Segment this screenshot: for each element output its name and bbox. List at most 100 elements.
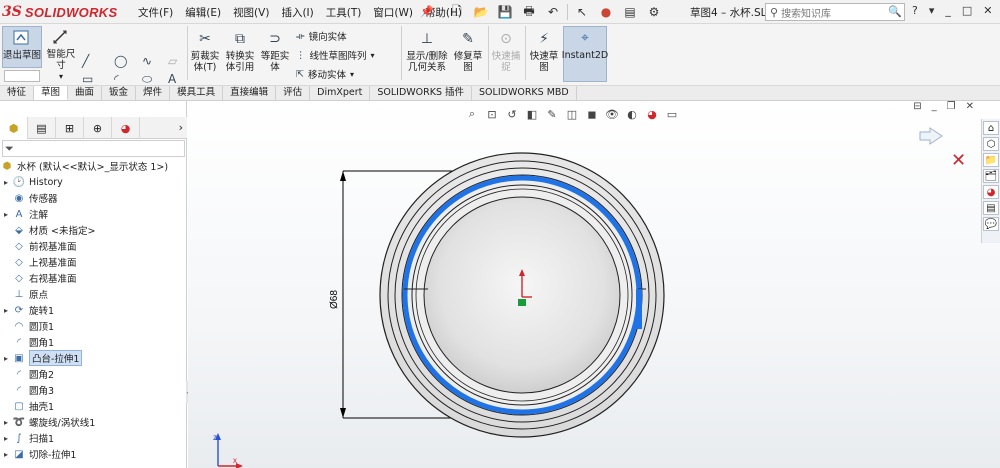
tab-sketch[interactable]: 草图 — [34, 86, 69, 100]
chevron-right-icon[interactable]: › — [179, 121, 183, 134]
text-icon[interactable]: A — [168, 72, 176, 86]
custom-properties-icon[interactable]: ▤ — [983, 201, 999, 215]
smart-dimension-button[interactable]: 智能尺寸 ▾ — [44, 26, 78, 82]
linear-pattern-button[interactable]: ⋮ 线性草图阵列 ▾ — [296, 48, 375, 63]
tree-item[interactable]: ▢ 抽壳1 — [0, 398, 187, 414]
tree-item[interactable]: ▸ A 注解 — [0, 206, 187, 222]
rebuild-icon[interactable]: ● — [596, 3, 616, 21]
resources-icon[interactable]: ⬡ — [983, 137, 999, 151]
file-explorer-icon[interactable]: 🗂 — [983, 169, 999, 183]
tab-dimxpert[interactable]: DimXpert — [310, 86, 371, 100]
tree-item[interactable]: ◇ 前视基准面 — [0, 238, 187, 254]
surface-icon[interactable]: ▱ — [168, 54, 177, 68]
graphics-area[interactable]: ⌕ ⊡ ↺ ◧ ✎ ◫ ◼ 👁 ◐ ◕ ▭ ⊟ _ ❐ ✕ Ø68 z x ✕ — [188, 101, 1000, 468]
chevron-down-icon[interactable]: ▾ — [371, 51, 375, 60]
tree-item[interactable]: ◉ 传感器 — [0, 190, 187, 206]
arc-icon[interactable]: ◜ — [114, 72, 119, 86]
tree-item[interactable]: ▸ ➰ 螺旋线/涡状线1 — [0, 414, 187, 430]
minimize-button[interactable]: _ — [945, 4, 951, 17]
tree-item[interactable]: ◇ 右视基准面 — [0, 270, 187, 286]
circle-icon[interactable]: ◯ — [114, 54, 127, 68]
ellipse-icon[interactable]: ⬭ — [142, 72, 152, 87]
property-manager-tab-icon[interactable]: ▤ — [28, 117, 56, 139]
mirror-entities-button[interactable]: ⟛ 镜向实体 — [296, 29, 347, 44]
tree-item[interactable]: ▸ ∫ 扫描1 — [0, 430, 187, 446]
expand-arrow-icon[interactable]: ▸ — [0, 434, 12, 443]
display-relations-button[interactable]: ⊥ 显示/删除几何关系 — [404, 28, 450, 80]
tree-item[interactable]: ◠ 圆顶1 — [0, 318, 187, 334]
convert-entities-button[interactable]: ⧉ 转换实体引用 — [223, 28, 257, 80]
expand-arrow-icon[interactable]: ▸ — [0, 306, 12, 315]
tree-item[interactable]: ▸ ⟳ 旋转1 — [0, 302, 187, 318]
exit-sketch-button[interactable]: 退出草图 — [2, 26, 42, 68]
tab-features[interactable]: 特征 — [0, 86, 35, 100]
tree-item[interactable]: ⊥ 原点 — [0, 286, 187, 302]
tab-addins[interactable]: SOLIDWORKS 插件 — [370, 86, 473, 100]
expand-arrow-icon[interactable]: ▸ — [0, 418, 12, 427]
forum-icon[interactable]: 💬 — [983, 217, 999, 231]
menu-view[interactable]: 视图(V) — [227, 5, 275, 20]
feature-manager-tab-icon[interactable]: ⬢ — [0, 117, 28, 139]
help-button[interactable]: ? — [912, 4, 918, 17]
offset-entities-button[interactable]: ⊃ 等距实体 — [259, 28, 291, 80]
tree-item[interactable]: ▸ ▣ 凸台-拉伸1 — [0, 350, 187, 366]
undo-icon[interactable]: ↶ — [543, 3, 563, 21]
menu-edit[interactable]: 编辑(E) — [179, 5, 227, 20]
file-properties-icon[interactable]: ▤ — [620, 3, 640, 21]
search-input[interactable]: ⚲ 搜索知识库 🔍 — [765, 3, 905, 21]
expand-arrow-icon[interactable]: ▸ — [0, 210, 12, 219]
tab-direct-editing[interactable]: 直接编辑 — [223, 86, 277, 100]
quick-snaps-button[interactable]: ⊙ 快速捕捉 — [491, 28, 521, 80]
appearances-icon[interactable]: ◕ — [983, 185, 999, 199]
expand-arrow-icon[interactable]: ▸ — [0, 450, 12, 459]
exit-sketch-corner-icon[interactable] — [919, 127, 943, 145]
chevron-down-icon[interactable]: ▾ — [59, 71, 63, 82]
tab-sheet-metal[interactable]: 钣金 — [102, 86, 137, 100]
diameter-dimension[interactable]: Ø68 — [329, 290, 340, 309]
confirmation-corner[interactable]: ✕ — [919, 127, 966, 171]
pin-icon[interactable]: 📌 — [420, 5, 434, 18]
tab-weldments[interactable]: 焊件 — [136, 86, 171, 100]
open-icon[interactable]: 📂 — [471, 3, 491, 21]
trim-entities-button[interactable]: ✂ 剪裁实体(T) — [190, 28, 220, 80]
search-icon[interactable]: 🔍 — [888, 5, 902, 18]
rectangle-icon[interactable]: ▭ — [82, 72, 93, 86]
tab-mbd[interactable]: SOLIDWORKS MBD — [472, 86, 577, 100]
exit-sketch-dropdown[interactable] — [4, 70, 40, 82]
display-manager-tab-icon[interactable]: ◕ — [112, 117, 140, 139]
save-icon[interactable]: 💾 — [495, 3, 515, 21]
chevron-down-icon[interactable]: ▾ — [350, 70, 354, 79]
configuration-manager-tab-icon[interactable]: ⊞ — [56, 117, 84, 139]
new-document-icon[interactable]: 🗋 — [447, 3, 467, 21]
line-icon[interactable]: ╱ — [82, 54, 89, 68]
help-dropdown-icon[interactable]: ▾ — [929, 4, 935, 17]
maximize-button[interactable]: □ — [962, 4, 972, 17]
select-icon[interactable]: ↖ — [572, 3, 592, 21]
repair-sketch-button[interactable]: ✎ 修复草图 — [453, 28, 483, 80]
tree-item[interactable]: ⬙ 材质 <未指定> — [0, 222, 187, 238]
tree-item[interactable]: ◇ 上视基准面 — [0, 254, 187, 270]
cancel-sketch-icon[interactable]: ✕ — [951, 150, 966, 171]
tab-surfaces[interactable]: 曲面 — [68, 86, 103, 100]
tab-evaluate[interactable]: 评估 — [276, 86, 311, 100]
tree-item[interactable]: ◜ 圆角2 — [0, 366, 187, 382]
move-entities-button[interactable]: ⇱ 移动实体 ▾ — [296, 67, 354, 82]
spline-icon[interactable]: ∿ — [142, 54, 152, 68]
tree-item[interactable]: ▸ 🕑 History — [0, 174, 187, 190]
menu-insert[interactable]: 插入(I) — [275, 5, 319, 20]
menu-file[interactable]: 文件(F) — [132, 5, 179, 20]
close-button[interactable]: ✕ — [983, 4, 992, 17]
tree-item[interactable]: ◜ 圆角1 — [0, 334, 187, 350]
expand-arrow-icon[interactable]: ▸ — [0, 354, 12, 363]
tree-root[interactable]: ⬢ 水杯 (默认<<默认>_显示状态 1>) — [0, 158, 187, 174]
dimxpert-manager-tab-icon[interactable]: ⊕ — [84, 117, 112, 139]
home-icon[interactable]: ⌂ — [983, 121, 999, 135]
instant2d-button[interactable]: ⌖ Instant2D — [562, 26, 608, 82]
menu-window[interactable]: 窗口(W) — [367, 5, 419, 20]
design-library-icon[interactable]: 📁 — [983, 153, 999, 167]
tab-mold-tools[interactable]: 模具工具 — [170, 86, 224, 100]
tree-item[interactable]: ◜ 圆角3 — [0, 382, 187, 398]
solidworks-logo[interactable]: 3S SOLIDWORKS — [2, 3, 117, 21]
print-icon[interactable]: 🖶 — [519, 3, 539, 21]
tree-item[interactable]: ▸ ◪ 切除-拉伸1 — [0, 446, 187, 462]
